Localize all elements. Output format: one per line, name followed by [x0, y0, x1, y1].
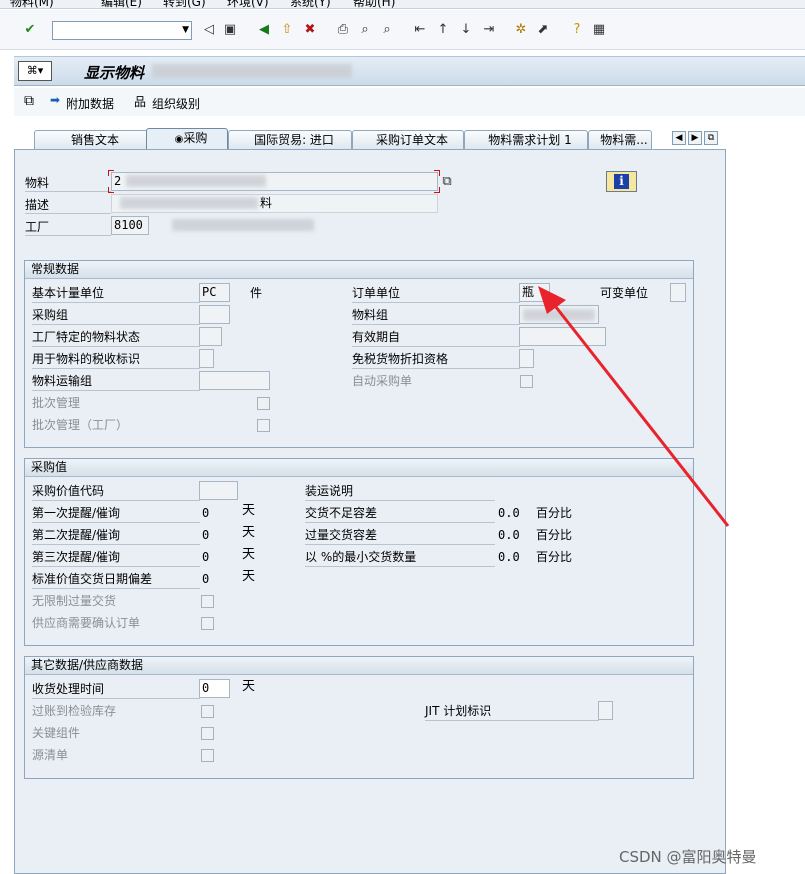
- arrow-shaft: [550, 301, 730, 527]
- annotation-arrow: [538, 286, 730, 527]
- arrow-head: [538, 286, 566, 314]
- watermark: CSDN @富阳奥特曼: [619, 848, 757, 866]
